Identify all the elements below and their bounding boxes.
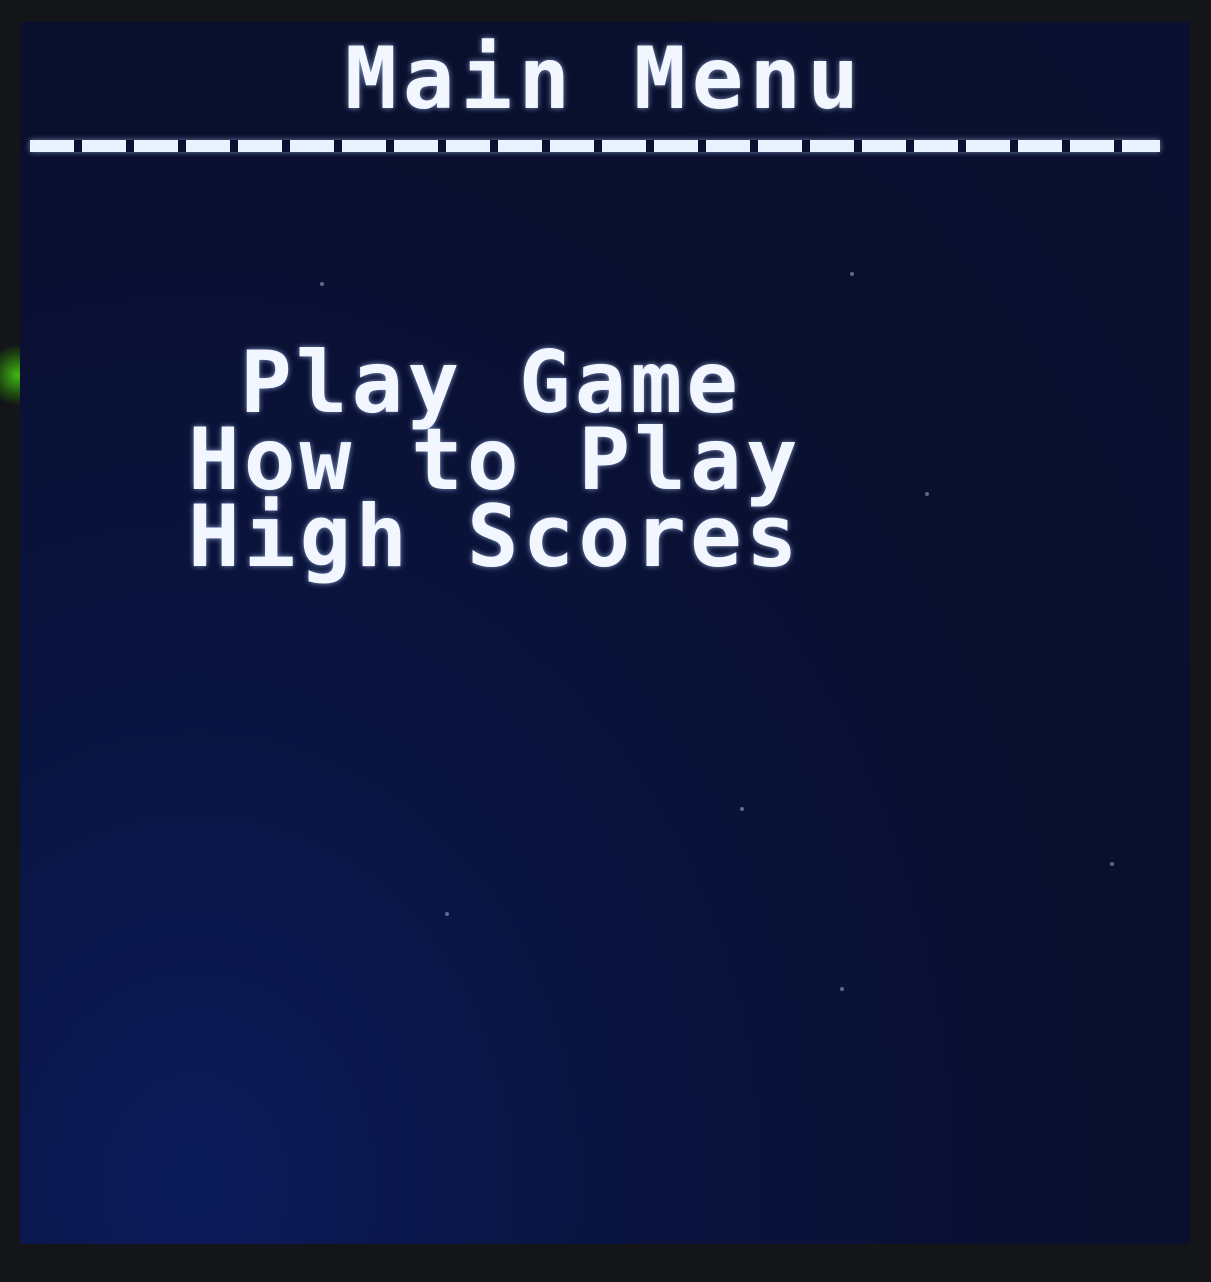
dust-speck xyxy=(1110,862,1114,866)
dust-speck xyxy=(445,912,449,916)
dust-speck xyxy=(925,492,929,496)
main-menu: Play Game How to Play High Scores xyxy=(20,22,1190,1244)
dust-speck xyxy=(840,987,844,991)
dust-speck xyxy=(850,272,854,276)
menu-item-high-scores[interactable]: High Scores xyxy=(188,494,802,580)
display-screen: Main Menu Play Game How to Play High Sco… xyxy=(20,22,1190,1244)
dust-speck xyxy=(740,807,744,811)
dust-speck xyxy=(320,282,324,286)
